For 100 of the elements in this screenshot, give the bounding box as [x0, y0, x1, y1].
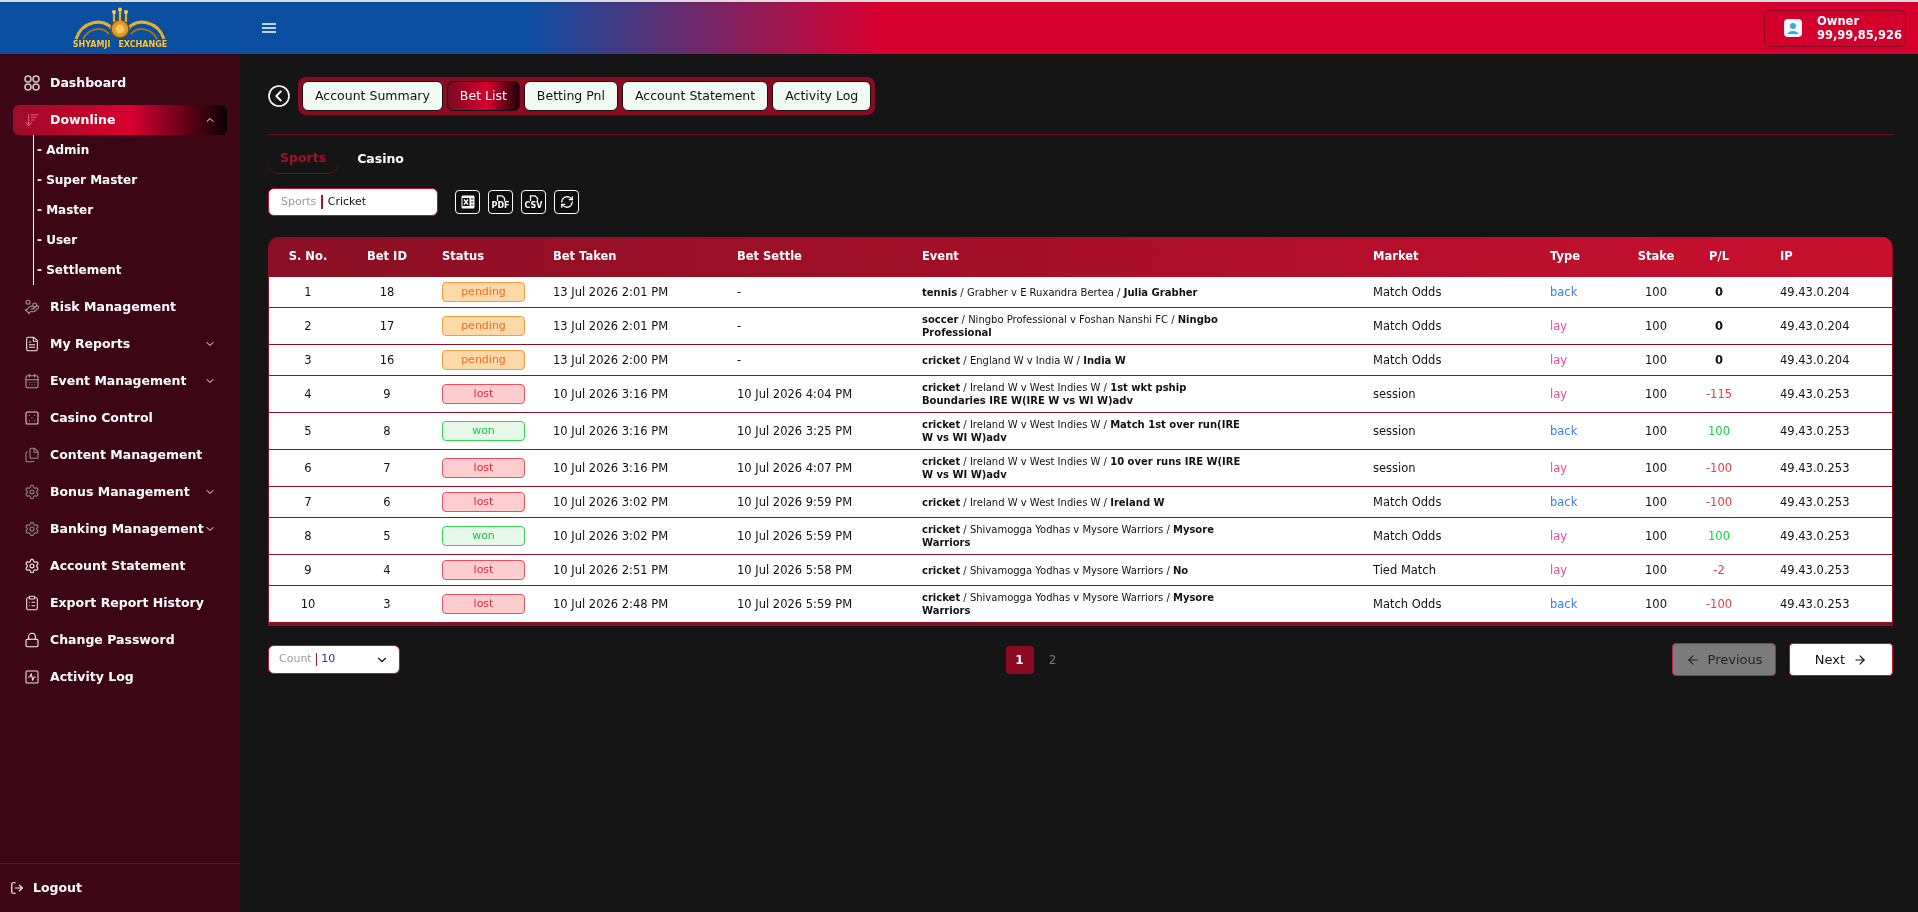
sidebar-item[interactable]: Dashboard: [13, 68, 227, 98]
sidebar-item[interactable]: Event Management: [13, 366, 227, 396]
tab[interactable]: Betting Pnl: [523, 81, 618, 111]
status-badge: won: [442, 421, 525, 441]
column-header: P/L: [1691, 237, 1747, 277]
table-cell: 10 Jul 2026 4:07 PM: [726, 449, 911, 487]
dice-icon: [24, 410, 40, 426]
clipboard-icon: [24, 595, 40, 611]
tab[interactable]: Account Statement: [621, 81, 769, 111]
gear-icon: [24, 484, 40, 500]
sport-select[interactable]: Sports Cricket: [268, 188, 438, 216]
table-cell: 7: [347, 449, 427, 487]
table-cell: 49.43.0.204: [1747, 307, 1892, 345]
logout-link[interactable]: Logout: [0, 864, 240, 912]
arrow-left-icon: [1685, 652, 1700, 667]
sidebar-subitem[interactable]: - Master: [34, 195, 240, 225]
logo-text: EXCHANGE: [118, 41, 168, 49]
calendar-icon: [24, 373, 40, 389]
table-cell: cricket / Ireland W v West Indies W / 10 over runs IRE W(IRE W vs WI W)adv: [911, 449, 1363, 487]
back-icon[interactable]: [268, 85, 290, 107]
status-badge: lost: [442, 492, 525, 512]
table-cell: 49.43.0.253: [1747, 554, 1892, 586]
tab[interactable]: Account Summary: [302, 81, 443, 111]
sidebar-item[interactable]: My Reports: [13, 329, 227, 359]
sidebar-item[interactable]: Bonus Management: [13, 477, 227, 507]
table-cell: 49.43.0.253: [1747, 486, 1892, 518]
sidebar-subitem[interactable]: - Admin: [34, 135, 240, 165]
sidebar-subitem[interactable]: - User: [34, 225, 240, 255]
table-cell: soccer / Ningbo Professional v Foshan Nanshi FC / Ningbo Professional: [911, 307, 1363, 345]
page-button[interactable]: 2: [1038, 645, 1067, 674]
menu-icon[interactable]: [262, 23, 276, 33]
table-cell: 100: [1621, 375, 1691, 413]
sidebar-subitem[interactable]: - Settlement: [34, 255, 240, 285]
column-header: Event: [911, 237, 1363, 277]
tab[interactable]: Casino: [345, 144, 416, 174]
pdf-export-button[interactable]: PDF: [488, 190, 513, 214]
table-cell: Match Odds: [1363, 277, 1541, 308]
table-cell: Match Odds: [1363, 585, 1541, 623]
refresh-button[interactable]: [554, 190, 579, 214]
table-cell: 100: [1621, 585, 1691, 623]
table-cell: 10 Jul 2026 3:16 PM: [541, 412, 726, 450]
sidebar-item[interactable]: Account Statement: [13, 551, 227, 581]
table-cell: 1: [269, 277, 347, 308]
table-cell: cricket / Shivamogga Yodhas v Mysore Warriors / Mysore Warriors: [911, 585, 1363, 623]
table-cell: -100: [1691, 585, 1747, 623]
sidebar-item[interactable]: Export Report History: [13, 588, 227, 618]
column-header: Type: [1541, 237, 1621, 277]
table-cell: Match Odds: [1363, 486, 1541, 518]
status-badge: won: [442, 526, 525, 546]
status-badge: lost: [442, 384, 525, 404]
sidebar-item[interactable]: Change Password: [13, 625, 227, 655]
column-header: Bet ID: [347, 237, 427, 277]
gear-icon: [24, 521, 40, 537]
column-header: Bet Settle: [726, 237, 911, 277]
file-icon: [528, 194, 539, 201]
spreadsheet-icon: [460, 195, 475, 209]
status-badge: lost: [442, 458, 525, 478]
user-menu-button[interactable]: Owner 99,99,85,926: [1764, 9, 1906, 47]
table-cell: 100: [1621, 517, 1691, 555]
table-cell: 49.43.0.253: [1747, 517, 1892, 555]
table-cell: 7: [269, 486, 347, 518]
column-header: Status: [427, 237, 541, 277]
next-button[interactable]: Next: [1789, 643, 1893, 676]
sidebar-item[interactable]: Downline: [13, 105, 227, 135]
table-cell: 100: [1621, 412, 1691, 450]
hand-coins-icon: [24, 299, 40, 315]
table-cell: 8: [269, 517, 347, 555]
count-select[interactable]: Count 10: [268, 645, 400, 674]
spreadsheet-export-button[interactable]: [455, 190, 480, 214]
documents-icon: [24, 447, 40, 463]
table-cell: session: [1363, 375, 1541, 413]
page-button[interactable]: 1: [1005, 645, 1034, 674]
table-cell: 10 Jul 2026 2:48 PM: [541, 585, 726, 623]
table-cell: cricket / Ireland W v West Indies W / Match 1st over run(IRE W vs WI W)adv: [911, 412, 1363, 450]
table-cell: 5: [347, 517, 427, 555]
refresh-icon: [559, 195, 574, 209]
table-cell: 10 Jul 2026 3:16 PM: [541, 449, 726, 487]
tab[interactable]: Bet List: [446, 81, 520, 111]
sidebar-item[interactable]: Risk Management: [13, 292, 227, 322]
table-cell: 49.43.0.253: [1747, 375, 1892, 413]
status-badge: pending: [442, 282, 525, 302]
sidebar-item[interactable]: Banking Management: [13, 514, 227, 544]
csv-export-button[interactable]: CSV: [521, 190, 546, 214]
table-cell: 100: [1691, 412, 1747, 450]
column-header: S. No.: [269, 237, 347, 277]
sidebar-item[interactable]: Activity Log: [13, 662, 227, 692]
table-cell: 10 Jul 2026 5:59 PM: [726, 585, 911, 623]
table-cell: 0: [1691, 307, 1747, 345]
column-header: Market: [1363, 237, 1541, 277]
sidebar-item[interactable]: Content Management: [13, 440, 227, 470]
status-badge: lost: [442, 560, 525, 580]
table-cell: -: [726, 277, 911, 308]
table-cell: Match Odds: [1363, 307, 1541, 345]
table-cell: 49.43.0.253: [1747, 585, 1892, 623]
table-cell: 49.43.0.253: [1747, 449, 1892, 487]
tab[interactable]: Activity Log: [772, 81, 872, 111]
table-cell: 100: [1691, 517, 1747, 555]
sidebar-item[interactable]: Casino Control: [13, 403, 227, 433]
status-badge: pending: [442, 316, 525, 336]
sidebar-subitem[interactable]: - Super Master: [34, 165, 240, 195]
